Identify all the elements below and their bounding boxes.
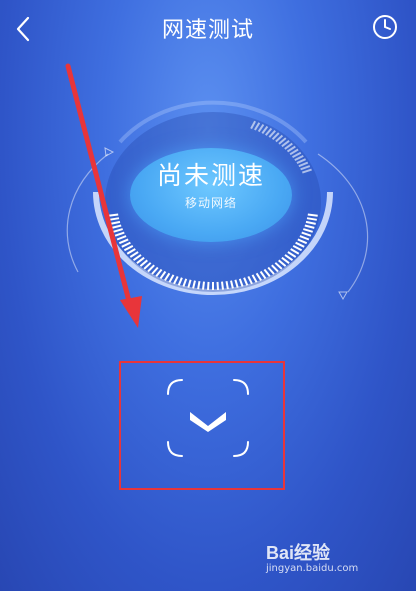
gauge-marker-left bbox=[104, 147, 115, 157]
baidu-watermark: Bai经验 jingyan.baidu.com bbox=[266, 537, 386, 579]
clock-icon bbox=[373, 15, 397, 39]
page-title: 网速测试 bbox=[161, 18, 254, 43]
gauge-marker-right bbox=[338, 291, 348, 301]
gauge-tick bbox=[207, 281, 210, 290]
gauge-tick bbox=[221, 281, 224, 290]
watermark-url: jingyan.baidu.com bbox=[266, 563, 359, 574]
gauge-tick bbox=[225, 281, 229, 290]
status-text: 尚未测速 bbox=[156, 161, 265, 190]
gauge-tick bbox=[202, 281, 205, 290]
annotation-highlight-box bbox=[119, 361, 285, 490]
network-type-label: 移动网络 bbox=[184, 196, 237, 210]
watermark-brand: Bai经验 bbox=[266, 543, 331, 563]
gauge-tick bbox=[197, 281, 201, 290]
gauge-tick bbox=[216, 281, 219, 290]
header-bar: 网速测试 bbox=[0, 0, 416, 56]
gauge-outer-arc-left bbox=[66, 153, 109, 273]
gauge-tick bbox=[108, 213, 119, 217]
gauge-tick bbox=[307, 213, 318, 217]
history-button[interactable] bbox=[372, 14, 398, 40]
